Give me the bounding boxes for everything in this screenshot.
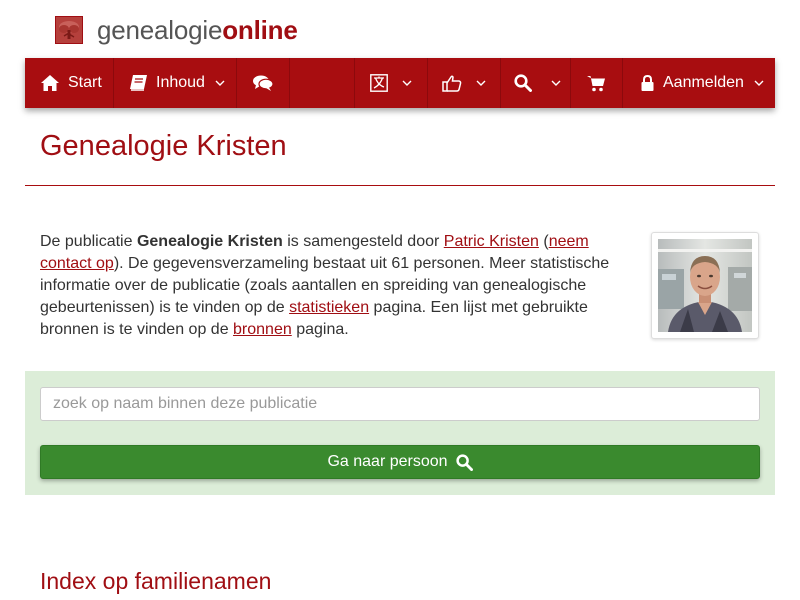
surname-index-heading: Index op familienamen (40, 568, 272, 594)
comments-icon (253, 75, 273, 91)
sources-link[interactable]: bronnen (233, 321, 292, 338)
main-navbar: Start Inhoud Aanmelden (25, 58, 775, 108)
intro-text: pagina. (291, 321, 349, 338)
thumbs-up-icon (442, 75, 462, 92)
intro-text: is samengesteld door (282, 233, 444, 250)
author-portrait-image (658, 239, 752, 332)
publication-name: Genealogie Kristen (136, 233, 283, 250)
nav-inhoud[interactable]: Inhoud (114, 58, 236, 108)
nav-chat[interactable] (237, 58, 289, 108)
chevron-down-icon (476, 80, 486, 86)
intro-text: De publicatie (40, 233, 137, 250)
lock-icon (641, 75, 654, 91)
publication-intro: De publicatie Genealogie Kristen is same… (40, 231, 615, 341)
intro-text: ( (538, 233, 549, 250)
go-to-person-label: Ga naar persoon (327, 453, 448, 470)
search-icon (455, 453, 473, 471)
site-wordmark: genealogieonline (97, 16, 298, 44)
language-icon (370, 74, 388, 92)
wordmark-part2: online (222, 15, 298, 45)
statistics-link[interactable]: statistieken (289, 299, 369, 316)
search-icon (514, 74, 532, 92)
home-icon (41, 75, 59, 91)
page-title: Genealogie Kristen (40, 130, 287, 162)
nav-language[interactable] (355, 58, 427, 108)
nav-search[interactable] (501, 58, 570, 108)
nav-login[interactable]: Aanmelden (623, 58, 775, 108)
shopping-cart-icon (587, 75, 605, 91)
chevron-down-icon (551, 80, 561, 86)
author-photo[interactable] (651, 232, 759, 339)
person-search-input[interactable] (40, 387, 760, 421)
site-logo[interactable]: genealogieonline (55, 14, 298, 46)
go-to-person-button[interactable]: Ga naar persoon (40, 445, 760, 479)
nav-start[interactable]: Start (25, 58, 113, 108)
book-icon (130, 75, 147, 91)
nav-cart[interactable] (571, 58, 622, 108)
wordmark-part1: genealogie (97, 15, 223, 45)
nav-inhoud-label: Inhoud (156, 74, 205, 91)
person-search-panel: Ga naar persoon (25, 371, 775, 495)
tree-logo-icon (55, 16, 83, 44)
nav-like[interactable] (428, 58, 500, 108)
author-link[interactable]: Patric Kristen (444, 233, 539, 250)
nav-login-label: Aanmelden (663, 74, 744, 91)
title-divider (25, 185, 775, 186)
chevron-down-icon (754, 80, 764, 86)
nav-start-label: Start (68, 74, 102, 91)
chevron-down-icon (215, 80, 225, 86)
chevron-down-icon (402, 80, 412, 86)
